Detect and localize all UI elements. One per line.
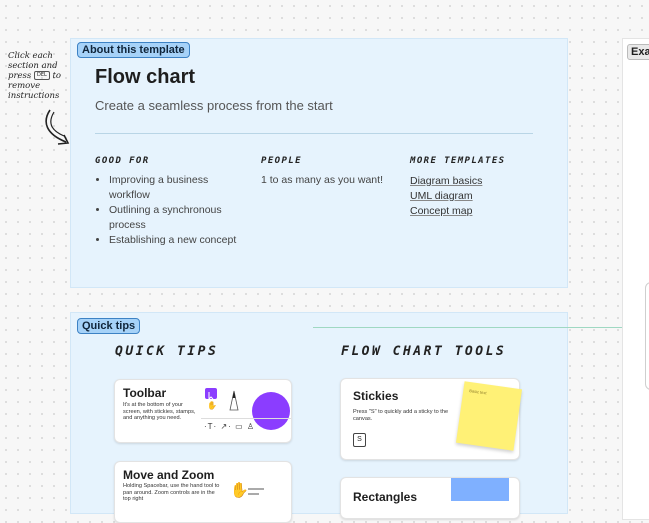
toolbar-tools-row: ·T· ↗· ▭ ♙ <box>204 422 255 431</box>
link-concept-map[interactable]: Concept map <box>410 204 482 219</box>
rectangles-card[interactable]: Rectangles <box>340 477 520 519</box>
shape-tool-preview <box>252 392 290 430</box>
cursor-icon <box>205 388 217 401</box>
quick-tips-chip[interactable]: Quick tips <box>77 318 141 334</box>
sticky-note[interactable]: Basic text <box>455 381 523 451</box>
section-divider <box>95 133 533 134</box>
good-for-list: Improving a business workflow Outlining … <box>96 173 249 248</box>
hand-icon: ✋ <box>230 482 249 499</box>
text-tool-icon: ·T· <box>204 422 218 431</box>
move-zoom-desc: Holding Spacebar, use the hand tool to p… <box>123 483 220 502</box>
about-chip[interactable]: About this template <box>77 42 190 58</box>
lines-icon <box>248 488 264 495</box>
list-item: Establishing a new concept <box>109 233 249 248</box>
examples-chip[interactable]: Exa <box>627 44 649 60</box>
connector-line <box>313 327 649 328</box>
connector-tool-icon: ↗· <box>220 422 232 431</box>
pen-icon <box>229 390 239 411</box>
move-zoom-card[interactable]: Move and Zoom Holding Spacebar, use the … <box>114 461 292 523</box>
link-uml-diagram[interactable]: UML diagram <box>410 189 482 204</box>
side-instruction-note: Click each section and press DEL to remo… <box>8 51 66 101</box>
s-key-badge: S <box>353 433 366 447</box>
curved-arrow-icon <box>45 109 70 145</box>
stamp-icon: ♙ <box>246 422 256 431</box>
toolbar-card[interactable]: Toolbar It's at the bottom of your scree… <box>114 379 292 443</box>
people-text: 1 to as many as you want! <box>261 174 383 186</box>
template-subtitle: Create a seamless process from the start <box>95 98 333 113</box>
stickies-desc: Press "S" to quickly add a sticky to the… <box>353 409 449 422</box>
sticky-note-text: Basic text <box>469 388 487 396</box>
toolbar-card-title: Toolbar <box>123 386 167 400</box>
more-templates-heading: MORE TEMPLATES <box>410 156 506 166</box>
link-diagram-basics[interactable]: Diagram basics <box>410 174 482 189</box>
example-card-edge <box>645 282 649 390</box>
examples-section[interactable] <box>622 38 649 520</box>
rectangle-shape-preview <box>451 478 509 501</box>
stickies-title: Stickies <box>353 389 399 403</box>
frame-icon: ▭ <box>235 422 244 431</box>
flow-chart-tools-heading: FLOW CHART TOOLS <box>341 344 507 359</box>
side-note-line1: Click each section and press <box>8 51 58 81</box>
template-title: Flow chart <box>95 66 196 88</box>
move-zoom-title: Move and Zoom <box>123 468 215 482</box>
list-item: Outlining a synchronous process <box>109 203 249 233</box>
list-item: Improving a business workflow <box>109 173 249 203</box>
good-for-heading: GOOD FOR <box>95 156 150 166</box>
people-heading: PEOPLE <box>261 156 302 166</box>
quick-tips-heading: QUICK TIPS <box>115 344 219 359</box>
toolbar-divider <box>201 418 291 419</box>
hand-icon: ✋ <box>207 401 217 410</box>
toolbar-card-desc: It's at the bottom of your screen, with … <box>123 402 196 421</box>
more-templates-links: Diagram basics UML diagram Concept map <box>410 174 482 219</box>
del-key-badge: DEL <box>33 71 50 80</box>
stickies-card[interactable]: Stickies Press "S" to quickly add a stic… <box>340 378 523 460</box>
rectangles-title: Rectangles <box>353 490 418 504</box>
